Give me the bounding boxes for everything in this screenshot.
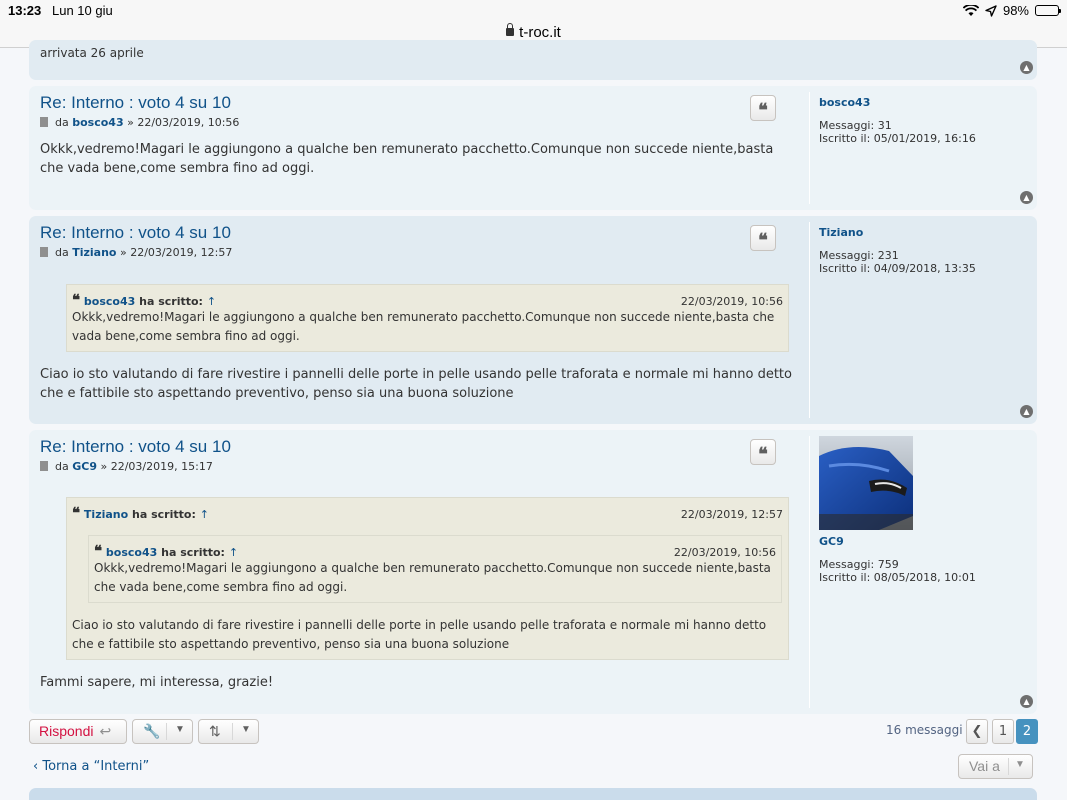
- post-text: arrivata 26 aprile: [40, 46, 144, 60]
- quote-icon: ❝: [94, 542, 103, 560]
- author-link[interactable]: Tiziano: [72, 246, 116, 259]
- quote-user[interactable]: Tiziano: [84, 508, 128, 521]
- post-title[interactable]: Re: Interno : voto 4 su 10: [40, 223, 231, 243]
- chevron-left-icon: ❮: [971, 724, 983, 739]
- quote-block: ❝ bosco43 ha scritto: ↑ 22/03/2019, 10:5…: [66, 284, 789, 352]
- post-text: Ciao io sto valutando di fare rivestire …: [40, 367, 792, 401]
- post-date: » 22/03/2019, 15:17: [100, 460, 213, 473]
- profile-username[interactable]: Tiziano: [819, 226, 1029, 239]
- previous-page-button[interactable]: ❮: [966, 719, 988, 744]
- battery-percent: 98%: [1002, 3, 1029, 18]
- lock-icon: [506, 23, 515, 36]
- status-icons: 98%: [962, 3, 1061, 18]
- back-to-forum-link[interactable]: ‹ Torna a “Interni”: [33, 759, 149, 774]
- back-to-top-icon[interactable]: ▲: [1020, 191, 1033, 204]
- profile-joined: Iscritto il: 04/09/2018, 13:35: [819, 262, 976, 275]
- post-title[interactable]: Re: Interno : voto 4 su 10: [40, 437, 231, 457]
- profile-messages: Messaggi: 759: [819, 558, 899, 571]
- page-1-button[interactable]: 1: [992, 719, 1014, 744]
- post-meta: da bosco43 » 22/03/2019, 10:56: [40, 116, 239, 129]
- quote-source-link[interactable]: ↑: [229, 546, 238, 559]
- chevron-down-icon: ▼: [1015, 759, 1025, 770]
- quote-button[interactable]: ❝: [750, 225, 776, 251]
- wrench-icon: 🔧: [143, 723, 161, 739]
- back-to-top-icon[interactable]: ▲: [1020, 695, 1033, 708]
- post-icon: [40, 117, 48, 127]
- post-text: Fammi sapere, mi interessa, grazie!: [40, 675, 274, 690]
- profile-messages: Messaggi: 231: [819, 249, 899, 262]
- chevron-down-icon: ▼: [175, 724, 185, 735]
- post-meta: da GC9 » 22/03/2019, 15:17: [40, 460, 213, 473]
- jump-to-button[interactable]: Vai a ▼: [958, 754, 1033, 779]
- post-gc9: Re: Interno : voto 4 su 10 da GC9 » 22/0…: [29, 430, 1037, 714]
- post-bosco43: Re: Interno : voto 4 su 10 da bosco43 » …: [29, 86, 1037, 210]
- quote-icon: ❝: [72, 291, 81, 309]
- chevron-left-icon: ‹: [33, 759, 39, 774]
- quote-source-link[interactable]: ↑: [207, 295, 216, 308]
- quote-user[interactable]: bosco43: [84, 295, 135, 308]
- sort-icon: ⇅: [209, 723, 221, 739]
- quote-cite: ❝ Tiziano ha scritto: ↑: [72, 504, 209, 522]
- sort-options-button[interactable]: ⇅ ▼: [198, 719, 259, 744]
- next-section: [29, 788, 1037, 800]
- quote-button[interactable]: ❝: [750, 95, 776, 121]
- location-icon: [985, 4, 997, 17]
- post-date: » 22/03/2019, 10:56: [127, 116, 240, 129]
- quote-date: 22/03/2019, 12:57: [680, 508, 783, 521]
- chevron-down-icon: ▼: [241, 724, 251, 735]
- quote-user[interactable]: bosco43: [106, 546, 157, 559]
- avatar[interactable]: [819, 436, 913, 530]
- post-tiziano: Re: Interno : voto 4 su 10 da Tiziano » …: [29, 216, 1037, 424]
- quote-text: Okkk,vedremo!Magari le aggiungono a qual…: [72, 310, 775, 343]
- post-date: » 22/03/2019, 12:57: [120, 246, 233, 259]
- post-meta: da Tiziano » 22/03/2019, 12:57: [40, 246, 232, 259]
- author-link[interactable]: GC9: [72, 460, 97, 473]
- clock: 13:23: [8, 3, 42, 18]
- status-bar: 13:23 Lun 10 giu 98%: [0, 0, 1067, 22]
- reply-icon: ↩: [99, 723, 112, 739]
- quote-button[interactable]: ❝: [750, 439, 776, 465]
- quote-source-link[interactable]: ↑: [200, 508, 209, 521]
- post-profile: GC9 Messaggi: 759 Iscritto il: 08/05/201…: [809, 436, 1029, 708]
- back-to-top-icon[interactable]: ▲: [1020, 405, 1033, 418]
- quote-text: Ciao io sto valutando di fare rivestire …: [72, 618, 767, 651]
- topic-tools-button[interactable]: 🔧 ▼: [132, 719, 193, 744]
- post-icon: [40, 247, 48, 257]
- profile-username[interactable]: GC9: [819, 535, 1029, 548]
- previous-post: arrivata 26 aprile ▲: [29, 40, 1037, 80]
- battery-icon: [1035, 5, 1061, 16]
- post-title[interactable]: Re: Interno : voto 4 su 10: [40, 93, 231, 113]
- profile-username[interactable]: bosco43: [819, 96, 1029, 109]
- page-2-current[interactable]: 2: [1016, 719, 1038, 744]
- quote-block: ❝ Tiziano ha scritto: ↑ 22/03/2019, 12:5…: [66, 497, 789, 660]
- back-to-top-icon[interactable]: ▲: [1020, 61, 1033, 74]
- profile-joined: Iscritto il: 08/05/2018, 10:01: [819, 571, 976, 584]
- message-count: 16 messaggi: [886, 723, 963, 737]
- post-profile: Tiziano Messaggi: 231 Iscritto il: 04/09…: [809, 222, 1029, 418]
- profile-messages: Messaggi: 31: [819, 119, 892, 132]
- wifi-icon: [962, 4, 979, 16]
- profile-joined: Iscritto il: 05/01/2019, 16:16: [819, 132, 976, 145]
- reply-button[interactable]: Rispondi ↩: [29, 719, 127, 744]
- author-link[interactable]: bosco43: [72, 116, 123, 129]
- nested-quote-block: ❝ bosco43 ha scritto: ↑ 22/03/2019, 10:5…: [88, 535, 782, 603]
- post-icon: [40, 461, 48, 471]
- date: Lun 10 giu: [52, 3, 113, 18]
- post-profile: bosco43 Messaggi: 31 Iscritto il: 05/01/…: [809, 92, 1029, 204]
- url-text: t-roc.it: [519, 24, 561, 41]
- quote-text: Okkk,vedremo!Magari le aggiungono a qual…: [94, 561, 771, 594]
- quote-icon: ❝: [72, 504, 81, 522]
- post-text: Okkk,vedremo!Magari le aggiungono a qual…: [40, 142, 774, 176]
